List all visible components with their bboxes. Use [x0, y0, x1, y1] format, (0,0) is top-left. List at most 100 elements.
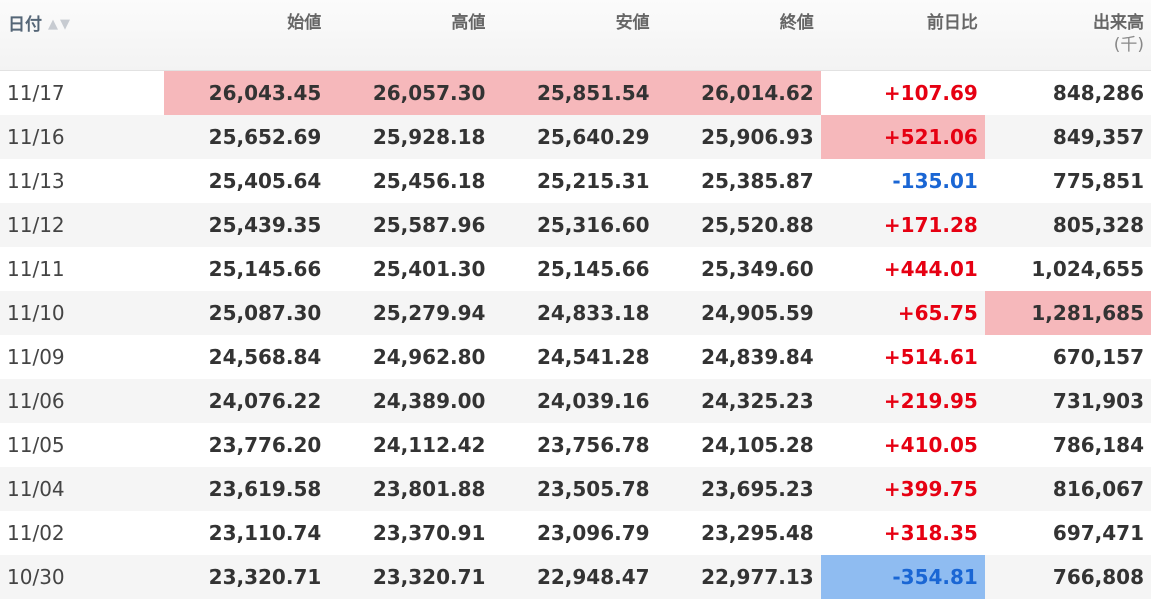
cell-high: 25,456.18	[372, 169, 486, 193]
table-row: 11/12 25,439.35 25,587.96 25,316.60 25,520.8…	[0, 203, 1151, 247]
cell-low: 24,541.28	[536, 345, 650, 369]
column-header-volume-label: 出来高	[1093, 13, 1144, 33]
cell-open: 25,087.30	[164, 291, 329, 335]
cell-close: 22,977.13	[656, 555, 821, 599]
price-history-table: 日付 ▲▼ 始値 高値 安値 終値 前日比 出来高 (千) 11/17 26,043…	[0, 0, 1151, 599]
cell-volume: 816,067	[984, 467, 1151, 511]
cell-high: 23,801.88	[328, 467, 493, 511]
cell-date: 11/05	[7, 433, 65, 457]
table-row: 11/09 24,568.84 24,962.80 24,541.28 24,839.8…	[0, 335, 1151, 379]
cell-high: 24,962.80	[372, 345, 486, 369]
cell-close: 23,695.23	[656, 467, 821, 511]
cell-volume: 766,808	[984, 555, 1151, 599]
table-row: 11/04 23,619.58 23,801.88 23,505.78 23,695.2…	[0, 467, 1151, 511]
cell-open: 23,320.71	[164, 555, 329, 599]
cell-volume: 670,157	[1052, 345, 1144, 369]
cell-low: 25,851.54	[492, 70, 657, 115]
cell-close: 25,385.87	[701, 169, 814, 193]
table-row: 10/30 23,320.71 23,320.71 22,948.47 22,977.1…	[0, 555, 1151, 599]
cell-date: 11/04	[0, 467, 165, 511]
cell-change: +65.75	[820, 291, 985, 335]
cell-change: -135.01	[892, 169, 978, 193]
cell-date: 11/12	[0, 203, 165, 247]
table-row: 11/06 24,076.22 24,389.00 24,039.16 24,325.2…	[0, 379, 1151, 423]
table-row: 11/10 25,087.30 25,279.94 24,833.18 24,905.5…	[0, 291, 1151, 335]
cell-change: +171.28	[820, 203, 985, 247]
cell-high: 25,587.96	[328, 203, 493, 247]
cell-open: 23,776.20	[208, 433, 322, 457]
cell-close: 26,014.62	[656, 70, 821, 115]
cell-change: +444.01	[883, 257, 978, 281]
cell-change: +219.95	[820, 379, 985, 423]
cell-volume: 805,328	[984, 203, 1151, 247]
cell-open: 23,110.74	[208, 521, 322, 545]
cell-low: 25,215.31	[536, 169, 650, 193]
cell-high: 24,112.42	[372, 433, 486, 457]
cell-change: +399.75	[820, 467, 985, 511]
cell-open: 25,652.69	[164, 115, 329, 159]
cell-date: 11/10	[0, 291, 165, 335]
cell-volume: 731,903	[984, 379, 1151, 423]
cell-high: 25,401.30	[372, 257, 486, 281]
cell-change: +514.61	[883, 345, 978, 369]
table-header-row: 日付 ▲▼ 始値 高値 安値 終値 前日比 出来高 (千)	[0, 0, 1151, 71]
cell-low: 23,096.79	[536, 521, 650, 545]
cell-high: 26,057.30	[328, 70, 493, 115]
cell-close: 25,520.88	[656, 203, 821, 247]
cell-close: 24,325.23	[656, 379, 821, 423]
cell-volume: 849,357	[984, 115, 1151, 159]
cell-low: 25,316.60	[492, 203, 657, 247]
cell-close: 24,105.28	[701, 433, 814, 457]
cell-change: +107.69	[883, 81, 978, 105]
cell-close: 24,905.59	[656, 291, 821, 335]
cell-close: 25,349.60	[701, 257, 814, 281]
cell-open: 25,145.66	[208, 257, 322, 281]
cell-low: 23,756.78	[536, 433, 650, 457]
cell-high: 24,389.00	[328, 379, 493, 423]
cell-open: 25,439.35	[164, 203, 329, 247]
cell-low: 25,145.66	[536, 257, 650, 281]
cell-close: 23,295.48	[701, 521, 814, 545]
cell-low: 24,039.16	[492, 379, 657, 423]
cell-volume: 848,286	[1052, 81, 1144, 105]
cell-date: 11/13	[7, 169, 65, 193]
cell-date: 11/17	[7, 81, 65, 105]
cell-low: 23,505.78	[492, 467, 657, 511]
cell-date: 10/30	[0, 555, 165, 599]
volume-unit-label: (千)	[1113, 35, 1144, 55]
table-row: 11/16 25,652.69 25,928.18 25,640.29 25,906.9…	[0, 115, 1151, 159]
cell-volume: 1,024,655	[1031, 257, 1144, 281]
cell-volume: 775,851	[1052, 169, 1144, 193]
cell-high: 25,279.94	[328, 291, 493, 335]
cell-date: 11/11	[7, 257, 65, 281]
column-header-close: 終値	[656, 0, 821, 71]
cell-close: 25,906.93	[656, 115, 821, 159]
cell-open: 26,043.45	[164, 70, 329, 115]
cell-change: -354.81	[820, 555, 985, 599]
cell-high: 23,370.91	[372, 521, 486, 545]
cell-open: 24,568.84	[208, 345, 322, 369]
cell-volume: 786,184	[1052, 433, 1144, 457]
cell-change: +410.05	[883, 433, 978, 457]
sort-up-down-icon[interactable]: ▲▼	[48, 14, 72, 36]
column-header-high: 高値	[328, 0, 493, 71]
cell-high: 23,320.71	[328, 555, 493, 599]
table-row: 11/13 25,405.64 25,456.18 25,215.31 25,385.8…	[0, 159, 1151, 203]
cell-low: 22,948.47	[492, 555, 657, 599]
cell-change: +521.06	[820, 115, 985, 159]
cell-volume: 1,281,685	[984, 291, 1151, 335]
table-row: 11/02 23,110.74 23,370.91 23,096.79 23,295.4…	[0, 511, 1151, 555]
cell-date: 11/02	[7, 521, 65, 545]
cell-date: 11/16	[0, 115, 165, 159]
column-header-volume: 出来高 (千)	[984, 0, 1151, 71]
cell-low: 24,833.18	[492, 291, 657, 335]
column-header-date[interactable]: 日付 ▲▼	[0, 0, 165, 71]
column-header-date-label: 日付	[8, 15, 42, 35]
table-row: 11/05 23,776.20 24,112.42 23,756.78 24,105.2…	[0, 423, 1151, 467]
cell-open: 25,405.64	[208, 169, 322, 193]
cell-low: 25,640.29	[492, 115, 657, 159]
column-header-open: 始値	[164, 0, 329, 71]
cell-date: 11/09	[7, 345, 65, 369]
table-row: 11/11 25,145.66 25,401.30 25,145.66 25,349.6…	[0, 247, 1151, 291]
cell-date: 11/06	[0, 379, 165, 423]
